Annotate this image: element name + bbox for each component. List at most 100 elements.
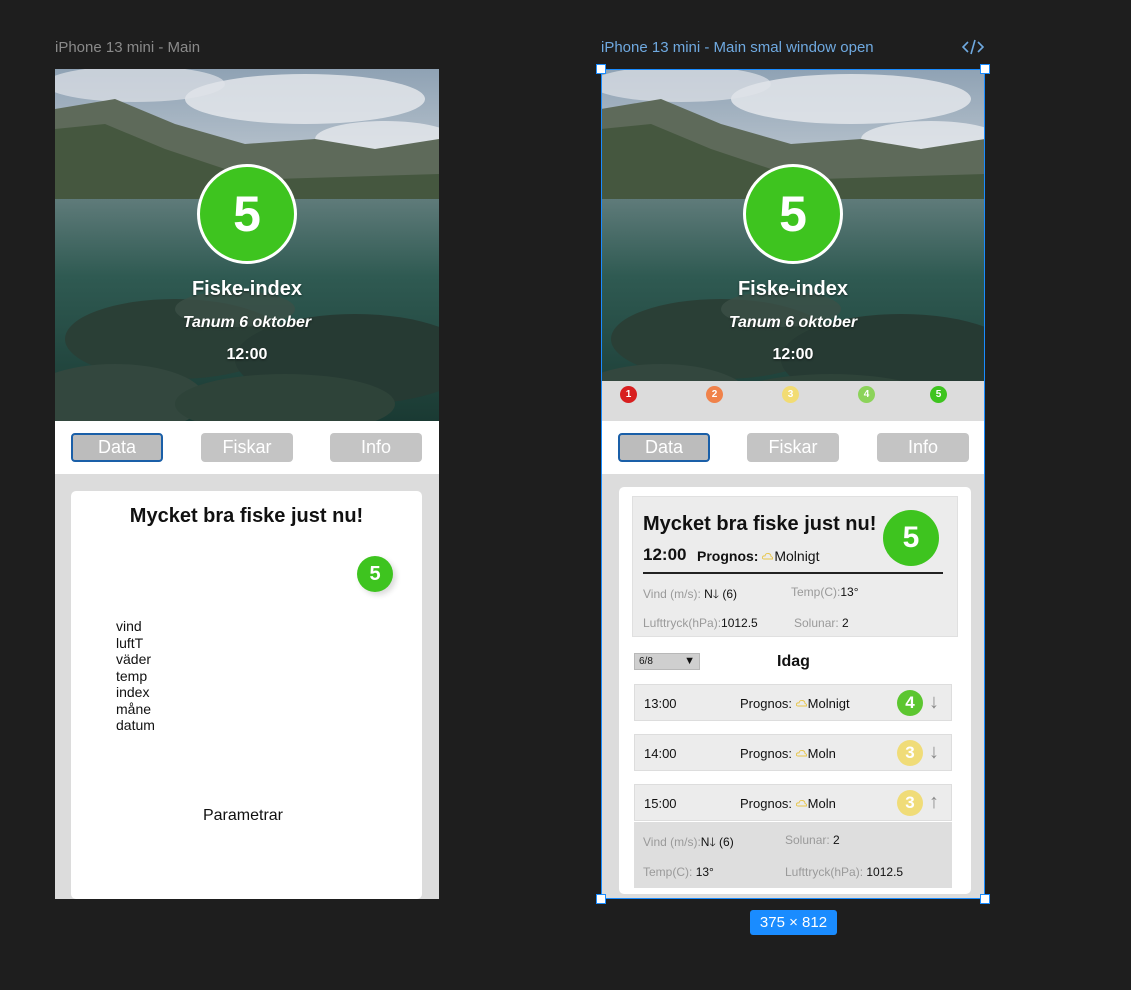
tab-bar: Data Fiskar Info (55, 421, 439, 474)
hour-row[interactable]: 14:00 Prognos: Moln 3 ↓ (634, 734, 952, 771)
resize-handle-top-right[interactable] (980, 64, 990, 74)
tab-data[interactable]: Data (618, 433, 710, 462)
param-item: måne (116, 700, 152, 717)
tab-data[interactable]: Data (71, 433, 163, 462)
resize-handle-bottom-right[interactable] (980, 894, 990, 904)
summary-time: 12:00 (643, 545, 687, 564)
summary-temp: Temp(C):13° (791, 585, 859, 599)
cloud-icon (795, 799, 807, 807)
tab-fiskar[interactable]: Fiskar (747, 433, 839, 462)
solunar-label: Solunar: (794, 616, 839, 630)
tab-info[interactable]: Info (877, 433, 969, 462)
scale-dot-5: 5 (930, 386, 947, 403)
summary-pressure: Lufttryck(hPa):1012.5 (643, 616, 758, 630)
detail-pressure: Lufttryck(hPa): 1012.5 (785, 865, 903, 879)
parameter-list: vind luftT väder temp index måne datum (116, 618, 155, 734)
phone-frame-main-small-window: 5 Fiske-index Tanum 6 oktober 12:00 1 2 … (601, 69, 985, 899)
wind-label: Vind (m/s): (643, 587, 701, 601)
prognos-value: Molnigt (807, 696, 850, 711)
summary-index-badge: 5 (883, 510, 939, 566)
scale-dot-1: 1 (620, 386, 637, 403)
fishing-index-badge: 5 (197, 164, 297, 264)
resize-handle-top-left[interactable] (596, 64, 606, 74)
cloud-icon (762, 552, 774, 560)
detail-temp: Temp(C): 13° (643, 865, 714, 879)
prognos-value: Moln (807, 746, 836, 761)
index-scale: 1 2 3 4 5 (601, 381, 985, 421)
hour-index-badge: 4 (897, 690, 923, 716)
pressure-label: Lufttryck(hPa): (785, 865, 864, 879)
detail-solunar: Solunar: 2 (785, 833, 840, 847)
data-card: Mycket bra fiske just nu! 12:00 Prognos:… (619, 487, 971, 894)
hero-time: 12:00 (772, 346, 814, 363)
pressure-value: 1012.5 (721, 616, 758, 630)
temp-value: 13° (840, 585, 859, 599)
tab-bar: Data Fiskar Info (601, 421, 985, 474)
hour-prognos: Prognos: Moln (740, 796, 836, 811)
solunar-label: Solunar: (785, 833, 830, 847)
code-icon[interactable] (962, 38, 984, 56)
hero-location-date: Tanum 6 oktober (182, 314, 312, 331)
cloud-icon (795, 749, 807, 757)
temp-label: Temp(C): (791, 585, 841, 599)
day-title: Idag (777, 653, 810, 670)
scale-dot-2: 2 (706, 386, 723, 403)
wind-value: N🡓 (6) (704, 587, 738, 601)
param-item: temp (116, 667, 148, 684)
data-card: Mycket bra fiske just nu! 5 vind luftT v… (71, 491, 422, 899)
caret-down-icon: ▼ (684, 655, 695, 667)
collapse-arrow-icon[interactable]: ↑ (929, 791, 939, 814)
hero: 5 Fiske-index Tanum 6 oktober 12:00 1 2 … (601, 69, 985, 421)
parameters-title: Parametrar (202, 807, 284, 824)
hero: 5 Fiske-index Tanum 6 oktober 12:00 (55, 69, 439, 421)
hour-prognos: Prognos: Molnigt (740, 696, 850, 711)
cloud-icon (795, 699, 807, 707)
summary-heading: Mycket bra fiske just nu! (643, 513, 877, 535)
expand-arrow-icon[interactable]: ↓ (929, 691, 939, 714)
index-badge: 5 (357, 556, 393, 592)
pressure-value: 1012.5 (866, 865, 904, 879)
prognos-label: Prognos: (697, 548, 759, 564)
frame-label-main-small-window[interactable]: iPhone 13 mini - Main smal window open (601, 39, 874, 56)
current-summary: Mycket bra fiske just nu! 12:00 Prognos:… (632, 496, 958, 637)
date-select[interactable]: 6/8 ▼ (634, 653, 700, 670)
hour-row-details: Vind (m/s):N🡓 (6) Solunar: 2 Temp(C): 13… (634, 822, 952, 888)
solunar-value: 2 (842, 616, 849, 630)
tab-fiskar[interactable]: Fiskar (201, 433, 293, 462)
hour-prognos: Prognos: Moln (740, 746, 836, 761)
param-item: vind (116, 618, 142, 634)
hour-time: 13:00 (644, 696, 677, 711)
wind-label: Vind (m/s): (643, 835, 701, 849)
prognos-value: Molnigt (774, 548, 820, 564)
temp-label: Temp(C): (643, 865, 693, 879)
card-heading: Mycket bra fiske just nu! (129, 505, 364, 527)
expand-arrow-icon[interactable]: ↓ (929, 741, 939, 764)
frame-label-main[interactable]: iPhone 13 mini - Main (55, 39, 200, 56)
tab-info[interactable]: Info (330, 433, 422, 462)
temp-value: 13° (695, 865, 714, 879)
scale-dot-4: 4 (858, 386, 875, 403)
hour-row-expanded[interactable]: 15:00 Prognos: Moln 3 ↑ (634, 784, 952, 821)
summary-solunar: Solunar: 2 (794, 616, 849, 630)
prognos-value: Moln (807, 796, 836, 811)
param-item: luftT (116, 634, 144, 651)
param-item: index (116, 684, 150, 700)
date-select-value: 6/8 (639, 656, 653, 667)
phone-frame-main: 5 Fiske-index Tanum 6 oktober 12:00 Data… (55, 69, 439, 899)
summary-prognos: Prognos: Molnigt (697, 548, 819, 564)
param-item: väder (116, 651, 152, 667)
resize-handle-bottom-left[interactable] (596, 894, 606, 904)
hero-title: Fiske-index (737, 278, 849, 300)
divider (643, 572, 943, 574)
hour-row[interactable]: 13:00 Prognos: Molnigt 4 ↓ (634, 684, 952, 721)
frame-size-badge: 375 × 812 (750, 910, 837, 935)
hero-title: Fiske-index (191, 278, 303, 300)
fishing-index-badge: 5 (743, 164, 843, 264)
param-item: datum (116, 717, 155, 733)
prognos-label: Prognos: (740, 746, 793, 761)
wind-value: N🡓 (6) (700, 835, 734, 849)
hour-index-badge: 3 (897, 790, 923, 816)
solunar-value: 2 (833, 833, 840, 847)
hero-location-date: Tanum 6 oktober (728, 314, 858, 331)
detail-wind: Vind (m/s):N🡓 (6) (643, 833, 734, 854)
